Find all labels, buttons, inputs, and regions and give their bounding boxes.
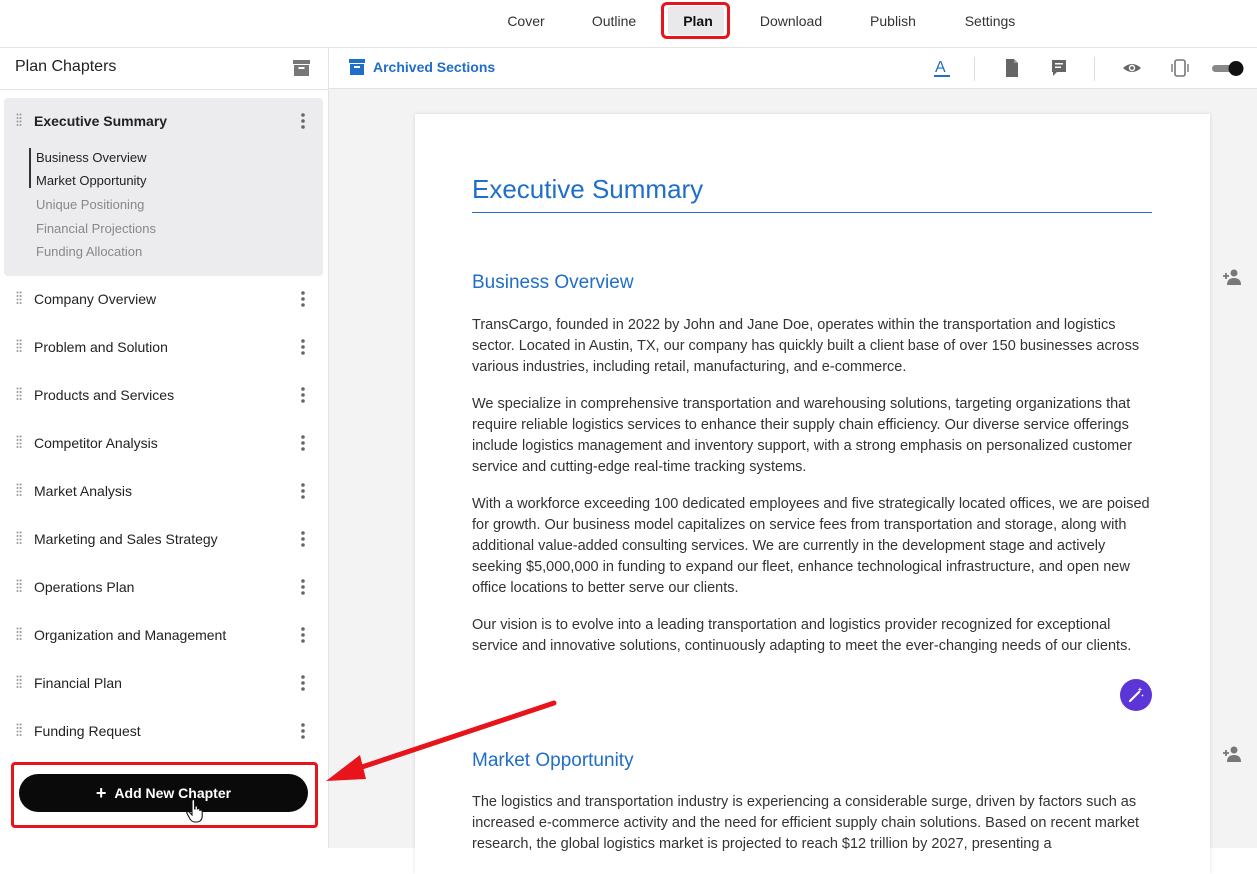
device-icon[interactable] bbox=[1170, 58, 1190, 78]
document-title[interactable]: Executive Summary bbox=[472, 174, 703, 205]
archived-sections-link[interactable]: Archived Sections bbox=[373, 59, 495, 75]
drag-handle-icon[interactable] bbox=[16, 387, 22, 401]
magic-wand-icon bbox=[1128, 687, 1144, 703]
tab-cover[interactable]: Cover bbox=[496, 0, 556, 44]
paragraph[interactable]: We specialize in comprehensive transport… bbox=[472, 394, 1157, 478]
section-funding-allocation[interactable]: Funding Allocation bbox=[36, 244, 142, 259]
chapter-label[interactable]: Marketing and Sales Strategy bbox=[34, 531, 218, 547]
more-options-icon[interactable] bbox=[298, 626, 308, 644]
drag-handle-icon[interactable] bbox=[16, 339, 22, 353]
chapter-label[interactable]: Operations Plan bbox=[34, 579, 134, 595]
tab-settings[interactable]: Settings bbox=[958, 0, 1022, 44]
toggle-switch[interactable] bbox=[1212, 60, 1244, 77]
tab-download[interactable]: Download bbox=[756, 0, 826, 44]
add-collaborator-icon[interactable] bbox=[1222, 269, 1242, 285]
more-options-icon[interactable] bbox=[298, 386, 308, 404]
paragraph[interactable]: Our vision is to evolve into a leading t… bbox=[472, 615, 1157, 657]
chapter-label-executive-summary[interactable]: Executive Summary bbox=[34, 113, 167, 129]
drag-handle-icon[interactable] bbox=[16, 675, 22, 689]
drag-handle-icon[interactable] bbox=[16, 723, 22, 737]
tab-publish[interactable]: Publish bbox=[862, 0, 924, 44]
toolbar-divider bbox=[1094, 57, 1095, 81]
plus-icon: + bbox=[95, 783, 107, 803]
more-options-icon[interactable] bbox=[298, 434, 308, 452]
tab-outline[interactable]: Outline bbox=[584, 0, 644, 44]
paragraph[interactable]: The logistics and transportation industr… bbox=[472, 792, 1157, 855]
drag-handle-icon[interactable] bbox=[16, 483, 22, 497]
section-active-indicator bbox=[29, 148, 31, 188]
chapter-label[interactable]: Financial Plan bbox=[34, 675, 122, 691]
section-market-opportunity[interactable]: Market Opportunity bbox=[36, 173, 147, 188]
eye-icon[interactable] bbox=[1122, 58, 1142, 78]
svg-text:A: A bbox=[935, 59, 946, 76]
section-unique-positioning[interactable]: Unique Positioning bbox=[36, 197, 144, 212]
chapter-label[interactable]: Company Overview bbox=[34, 291, 156, 307]
section-business-overview[interactable]: Business Overview bbox=[36, 150, 147, 165]
drag-handle-icon[interactable] bbox=[16, 113, 22, 127]
drag-handle-icon[interactable] bbox=[16, 531, 22, 545]
more-options-icon[interactable] bbox=[298, 112, 308, 130]
more-options-icon[interactable] bbox=[298, 338, 308, 356]
comment-icon[interactable] bbox=[1049, 58, 1069, 78]
hand-cursor-icon bbox=[186, 799, 203, 823]
archive-icon[interactable] bbox=[293, 60, 310, 76]
chapter-label[interactable]: Funding Request bbox=[34, 723, 141, 739]
chapter-label[interactable]: Organization and Management bbox=[34, 627, 226, 643]
add-collaborator-icon[interactable] bbox=[1222, 746, 1242, 762]
editor-toolbar: Archived Sections A bbox=[329, 48, 1257, 89]
document-icon[interactable] bbox=[1002, 58, 1022, 78]
section-financial-projections[interactable]: Financial Projections bbox=[36, 221, 156, 236]
chapters-sidebar: Plan Chapters Executive Summary Business… bbox=[0, 48, 329, 848]
archive-box-icon bbox=[349, 59, 365, 75]
text-color-icon[interactable]: A bbox=[932, 58, 952, 78]
sidebar-header: Plan Chapters bbox=[0, 48, 328, 90]
chapter-label[interactable]: Competitor Analysis bbox=[34, 435, 158, 451]
drag-handle-icon[interactable] bbox=[16, 435, 22, 449]
ai-rewrite-button[interactable] bbox=[1120, 679, 1152, 711]
toolbar-divider bbox=[974, 57, 975, 81]
more-options-icon[interactable] bbox=[298, 290, 308, 308]
more-options-icon[interactable] bbox=[298, 722, 308, 740]
add-new-chapter-button[interactable]: + Add New Chapter bbox=[19, 774, 308, 812]
drag-handle-icon[interactable] bbox=[16, 291, 22, 305]
chapter-label[interactable]: Problem and Solution bbox=[34, 339, 168, 355]
chapter-label[interactable]: Market Analysis bbox=[34, 483, 132, 499]
more-options-icon[interactable] bbox=[298, 530, 308, 548]
paragraph[interactable]: TransCargo, founded in 2022 by John and … bbox=[472, 315, 1157, 378]
sidebar-title: Plan Chapters bbox=[15, 58, 117, 75]
plan-tab-highlight bbox=[661, 2, 730, 39]
drag-handle-icon[interactable] bbox=[16, 627, 22, 641]
top-navigation: Cover Outline Plan Download Publish Sett… bbox=[0, 0, 1257, 48]
drag-handle-icon[interactable] bbox=[16, 579, 22, 593]
more-options-icon[interactable] bbox=[298, 578, 308, 596]
section-heading[interactable]: Business Overview bbox=[472, 272, 634, 294]
chapter-label[interactable]: Products and Services bbox=[34, 387, 174, 403]
title-underline bbox=[472, 212, 1152, 213]
more-options-icon[interactable] bbox=[298, 674, 308, 692]
paragraph[interactable]: With a workforce exceeding 100 dedicated… bbox=[472, 494, 1157, 599]
annotation-arrow bbox=[326, 700, 557, 781]
more-options-icon[interactable] bbox=[298, 482, 308, 500]
add-new-chapter-label: Add New Chapter bbox=[114, 785, 232, 801]
